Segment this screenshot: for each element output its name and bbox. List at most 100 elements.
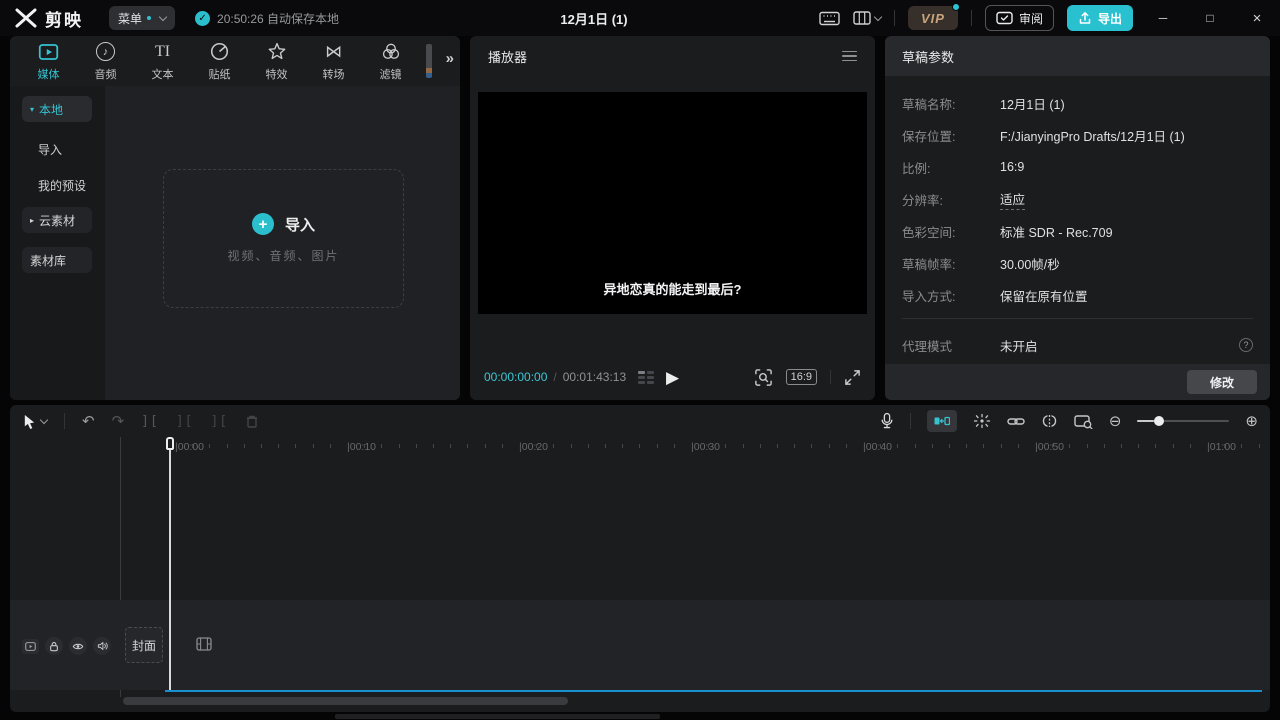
- sidebar-item-local[interactable]: ▾ 本地: [22, 96, 92, 122]
- playhead-line[interactable]: [169, 439, 171, 690]
- play-button[interactable]: ▶: [666, 369, 679, 386]
- effects-star-icon: [267, 41, 287, 63]
- timeline-ruler[interactable]: |00:00|00:10|00:20|00:30|00:40|00:50|01:…: [10, 437, 1270, 459]
- tab-media[interactable]: 媒体: [20, 41, 77, 82]
- media-panel: 媒体 ♪ 音频 TI 文本 贴纸 特效: [10, 36, 460, 400]
- redo-button[interactable]: ↷: [112, 414, 125, 429]
- minimize-button[interactable]: ─: [1146, 0, 1180, 36]
- preview-quality-icon[interactable]: [754, 368, 773, 387]
- media-tab-strip: 媒体 ♪ 音频 TI 文本 贴纸 特效: [10, 36, 460, 86]
- param-label: 比例:: [902, 158, 1000, 177]
- more-tabs-chevron[interactable]: »: [446, 50, 454, 67]
- help-icon[interactable]: ?: [1239, 338, 1253, 352]
- ruler-tick: [846, 444, 847, 448]
- ruler-tick: [1241, 444, 1242, 448]
- layout-switch-button[interactable]: [853, 11, 881, 25]
- global-preview-zoom-button[interactable]: [1074, 414, 1093, 429]
- proxy-mode-row: 代理模式 未开启 ?: [902, 329, 1253, 361]
- ruler-tick: [1173, 444, 1174, 448]
- sidebar-item-import[interactable]: 导入: [38, 141, 62, 158]
- ruler-tick: [313, 444, 314, 448]
- delete-button[interactable]: [245, 414, 259, 429]
- select-tool-button[interactable]: [22, 413, 47, 430]
- fullscreen-icon[interactable]: [844, 369, 861, 386]
- main-track-magnet-button-active[interactable]: [927, 410, 957, 432]
- param-value-link[interactable]: 适应: [1000, 189, 1025, 210]
- tab-text[interactable]: TI 文本: [134, 41, 191, 82]
- params-rows: 草稿名称: 12月1日 (1) 保存位置: F:/JianyingPro Dra…: [885, 76, 1270, 311]
- ruler-tick: [1052, 444, 1053, 448]
- vip-badge[interactable]: VIP: [908, 6, 958, 30]
- auto-snap-button[interactable]: [973, 413, 991, 429]
- param-row-location: 保存位置: F:/JianyingPro Drafts/12月1日 (1): [902, 119, 1253, 151]
- tab-audio[interactable]: ♪ 音频: [77, 41, 134, 82]
- review-label: 审阅: [1019, 10, 1043, 27]
- chevron-down-icon: [40, 415, 48, 423]
- zoom-in-button[interactable]: ⊕: [1245, 414, 1258, 429]
- slider-thumb[interactable]: [1154, 416, 1164, 426]
- undo-button[interactable]: ↶: [82, 414, 95, 429]
- cover-button[interactable]: 封面: [125, 627, 163, 663]
- zoom-out-button[interactable]: ⊖: [1109, 414, 1122, 429]
- tab-transitions[interactable]: ⋈ 转场: [305, 41, 362, 82]
- split-right-button[interactable]: ][: [210, 414, 228, 429]
- ruler-tick: [777, 444, 778, 448]
- app-logo: 剪映: [0, 6, 83, 31]
- sidebar-item-material-library[interactable]: 素材库: [22, 247, 92, 273]
- chevron-down-icon: [159, 12, 167, 20]
- ruler-tick: [880, 444, 881, 448]
- hide-track-button[interactable]: [69, 637, 87, 655]
- split-button[interactable]: ][: [141, 414, 159, 429]
- playhead-handle[interactable]: [166, 437, 174, 450]
- tab-adjust-partial[interactable]: [426, 44, 432, 78]
- ruler-tick: [295, 444, 296, 448]
- tab-filters[interactable]: 滤镜: [362, 41, 419, 82]
- shortcut-keyboard-icon[interactable]: [819, 11, 840, 26]
- timeline-zoom-slider[interactable]: [1137, 415, 1229, 427]
- preview-axis-button[interactable]: [1041, 414, 1058, 428]
- track-type-video-icon[interactable]: [22, 639, 39, 654]
- sidebar-item-cloud-materials[interactable]: ▸ 云素材: [22, 207, 92, 233]
- horizontal-scrollbar[interactable]: [123, 697, 568, 705]
- player-menu-icon[interactable]: [842, 51, 857, 62]
- param-label: 导入方式:: [902, 286, 1000, 305]
- total-time: 00:01:43:13: [563, 370, 626, 384]
- sidebar-item-my-presets[interactable]: 我的预设: [38, 177, 86, 194]
- close-button[interactable]: ×: [1240, 0, 1274, 36]
- record-mic-button[interactable]: [880, 412, 894, 430]
- divider: [894, 10, 895, 26]
- param-label: 色彩空间:: [902, 222, 1000, 241]
- sidebar-label: 云素材: [39, 212, 75, 229]
- display-mode-icon[interactable]: [638, 371, 654, 384]
- tab-effects[interactable]: 特效: [248, 41, 305, 82]
- aspect-ratio-button[interactable]: 16:9: [786, 369, 817, 385]
- ruler-tick: [399, 444, 400, 448]
- proxy-value: 未开启: [1000, 336, 1038, 355]
- export-button[interactable]: 导出: [1067, 5, 1133, 31]
- clip-film-icon[interactable]: [196, 636, 212, 652]
- maximize-button[interactable]: □: [1193, 0, 1227, 36]
- timeline-panel: ↶ ↷ ][ ][ ][: [10, 405, 1270, 712]
- ruler-tick: [1138, 444, 1139, 448]
- param-row-resolution: 分辨率: 适应: [902, 183, 1253, 215]
- import-dropzone[interactable]: + 导入 视频、音频、图片: [163, 169, 404, 308]
- player-title: 播放器: [488, 47, 527, 66]
- jianying-window: 剪映 菜单 ✓ 20:50:26 自动保存本地 12月1日 (1) VIP: [0, 0, 1280, 720]
- video-viewport[interactable]: 异地恋真的能走到最后?: [478, 92, 867, 314]
- linkage-button[interactable]: [1007, 416, 1025, 427]
- autosave-check-icon: ✓: [195, 11, 210, 26]
- lock-track-button[interactable]: [45, 637, 63, 655]
- modify-button[interactable]: 修改: [1187, 370, 1257, 394]
- proxy-label: 代理模式: [902, 336, 1000, 355]
- ruler-tick: [1001, 444, 1002, 448]
- ruler-tick: [897, 444, 898, 448]
- tab-label: 特效: [266, 66, 288, 82]
- vip-notification-dot: [952, 3, 960, 11]
- menu-button[interactable]: 菜单: [109, 6, 175, 30]
- ruler-label: |00:10: [347, 441, 376, 453]
- review-button[interactable]: 审阅: [985, 5, 1054, 31]
- split-left-button[interactable]: ][: [176, 414, 194, 429]
- document-title: 12月1日 (1): [560, 0, 627, 36]
- mute-track-button[interactable]: [93, 637, 111, 655]
- tab-sticker[interactable]: 贴纸: [191, 41, 248, 82]
